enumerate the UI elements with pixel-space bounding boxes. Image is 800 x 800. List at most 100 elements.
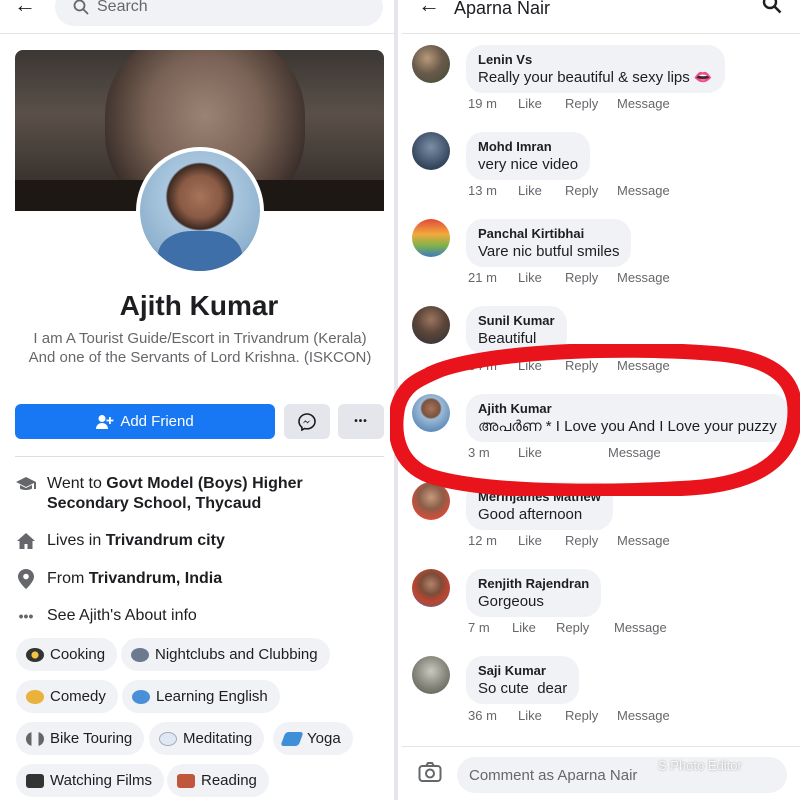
reply-button[interactable]: Reply bbox=[565, 183, 617, 198]
commenter-avatar[interactable] bbox=[412, 219, 450, 257]
comment-author[interactable]: Renjith Rajendran bbox=[478, 575, 589, 592]
interest-chip-bike-touring[interactable]: Bike Touring bbox=[16, 722, 145, 755]
comment-author[interactable]: Ajith Kumar bbox=[478, 400, 777, 417]
search-input[interactable]: Search bbox=[55, 0, 383, 26]
comment-text: Really your beautiful & sexy lips 👄 bbox=[478, 69, 713, 86]
back-arrow-icon[interactable]: ← bbox=[14, 0, 36, 18]
message-button[interactable]: Message bbox=[617, 533, 670, 548]
reply-button[interactable]: Reply bbox=[565, 533, 617, 548]
lives-place[interactable]: Trivandrum city bbox=[106, 532, 225, 549]
camera-icon[interactable] bbox=[418, 761, 442, 788]
message-button[interactable]: Message bbox=[617, 183, 670, 198]
comment-bubble[interactable]: Panchal Kirtibhai Vare nic butful smiles bbox=[466, 219, 632, 267]
frying-pan-icon bbox=[26, 647, 44, 662]
comment-actions: 12 m Like Reply Message bbox=[468, 533, 670, 548]
message-button[interactable]: Message bbox=[614, 620, 667, 635]
comment-actions: 3 m Like Message bbox=[468, 445, 661, 460]
education-prefix: Went to bbox=[47, 475, 107, 492]
interest-label: Nightclubs and Clubbing bbox=[155, 646, 318, 663]
commenter-avatar[interactable] bbox=[412, 656, 450, 694]
comment-bubble[interactable]: Saji Kumar So cute dear bbox=[466, 656, 580, 704]
reply-button[interactable]: Reply bbox=[565, 708, 617, 723]
screenshot-collage: { "profile": { "search_placeholder": "Se… bbox=[0, 0, 800, 800]
interest-chip-watching-films[interactable]: Watching Films bbox=[16, 764, 164, 797]
lives-row: Lives in Trivandrum city bbox=[15, 531, 385, 551]
from-place[interactable]: Trivandrum, India bbox=[89, 570, 222, 587]
reply-button[interactable]: Reply bbox=[565, 96, 617, 111]
message-button[interactable]: Message bbox=[617, 96, 670, 111]
commenter-avatar[interactable] bbox=[412, 132, 450, 170]
commenter-avatar[interactable] bbox=[412, 569, 450, 607]
message-button[interactable]: Message bbox=[617, 358, 670, 373]
back-arrow-icon[interactable]: ← bbox=[418, 0, 440, 18]
interest-chip-meditating[interactable]: Meditating bbox=[149, 722, 265, 755]
about-link[interactable]: See Ajith's About info bbox=[47, 606, 197, 626]
reply-button[interactable]: Reply bbox=[565, 358, 617, 373]
comment-author[interactable]: Sunil Kumar bbox=[478, 312, 555, 329]
interest-chip-cooking[interactable]: Cooking bbox=[16, 638, 118, 671]
globe-icon bbox=[132, 689, 150, 704]
profile-name: Ajith Kumar bbox=[119, 290, 279, 321]
add-friend-button[interactable]: Add Friend bbox=[15, 404, 275, 439]
comment-author[interactable]: Merinjames Mathew bbox=[478, 488, 601, 505]
comment-author[interactable]: Panchal Kirtibhai bbox=[478, 225, 619, 242]
comment-actions: 34 m Like Reply Message bbox=[468, 358, 670, 373]
comment-bubble[interactable]: Sunil Kumar Beautiful bbox=[466, 306, 567, 354]
comment-actions: 13 m Like Reply Message bbox=[468, 183, 670, 198]
interest-chip-nightclubs[interactable]: Nightclubs and Clubbing bbox=[121, 638, 330, 671]
about-row[interactable]: ••• See Ajith's About info bbox=[15, 606, 385, 626]
comment-bubble[interactable]: Merinjames Mathew Good afternoon bbox=[466, 482, 613, 530]
messenger-button[interactable] bbox=[284, 404, 330, 439]
comment-time: 21 m bbox=[468, 270, 497, 285]
like-button[interactable]: Like bbox=[518, 96, 565, 111]
message-button[interactable]: Message bbox=[608, 445, 661, 460]
interest-chip-yoga[interactable]: Yoga bbox=[273, 722, 353, 755]
interest-chip-learning-english[interactable]: Learning English bbox=[122, 680, 280, 713]
like-button[interactable]: Like bbox=[518, 445, 608, 460]
interest-label: Yoga bbox=[307, 730, 341, 747]
like-button[interactable]: Like bbox=[518, 533, 565, 548]
message-button[interactable]: Message bbox=[617, 270, 670, 285]
avatar-shirt bbox=[158, 231, 242, 271]
disco-ball-icon bbox=[131, 647, 149, 662]
home-icon bbox=[15, 531, 37, 551]
comment-author[interactable]: Mohd Imran bbox=[478, 138, 578, 155]
comments-top-bar: ← Aparna Nair bbox=[402, 0, 800, 34]
commenter-avatar[interactable] bbox=[412, 482, 450, 520]
comment-time: 3 m bbox=[468, 445, 490, 460]
from-row: From Trivandrum, India bbox=[15, 569, 385, 589]
education-row: Went to Govt Model (Boys) Higher Seconda… bbox=[15, 474, 385, 514]
comment-text: Vare nic butful smiles bbox=[478, 243, 620, 260]
reply-button[interactable]: Reply bbox=[556, 620, 614, 635]
comment-time: 13 m bbox=[468, 183, 497, 198]
commenter-avatar[interactable] bbox=[412, 306, 450, 344]
more-options-button[interactable]: ••• bbox=[338, 404, 384, 439]
like-button[interactable]: Like bbox=[512, 620, 556, 635]
comment-actions: 36 m Like Reply Message bbox=[468, 708, 670, 723]
commenter-avatar[interactable] bbox=[412, 394, 450, 432]
comment-bubble[interactable]: Mohd Imran very nice video bbox=[466, 132, 591, 180]
commenter-avatar[interactable] bbox=[412, 45, 450, 83]
comment-time: 12 m bbox=[468, 533, 497, 548]
comments-pane: ← Aparna Nair Lenin Vs Really your beaut… bbox=[402, 0, 800, 800]
comment-composer: Comment as Aparna Nair bbox=[402, 746, 800, 800]
comment-bubble[interactable]: Lenin Vs Really your beautiful & sexy li… bbox=[466, 45, 725, 93]
comment-bubble[interactable]: Ajith Kumar അപർണ * I Love you And I Love… bbox=[466, 394, 789, 442]
like-button[interactable]: Like bbox=[518, 358, 565, 373]
comment-author[interactable]: Lenin Vs bbox=[478, 51, 713, 68]
comment-author[interactable]: Saji Kumar bbox=[478, 662, 567, 679]
comment-text: So cute dear bbox=[478, 680, 568, 697]
watermark: S Photo Editor bbox=[658, 758, 742, 773]
interest-chip-comedy[interactable]: Comedy bbox=[16, 680, 118, 713]
reply-button[interactable]: Reply bbox=[565, 270, 617, 285]
graduation-cap-icon bbox=[15, 474, 37, 494]
like-button[interactable]: Like bbox=[518, 270, 565, 285]
comment-bubble[interactable]: Renjith Rajendran Gorgeous bbox=[466, 569, 602, 617]
search-icon[interactable] bbox=[762, 0, 782, 19]
interest-chip-reading[interactable]: Reading bbox=[167, 764, 269, 797]
comment-actions: 7 m Like Reply Message bbox=[468, 620, 667, 635]
profile-avatar[interactable] bbox=[136, 147, 264, 275]
like-button[interactable]: Like bbox=[518, 708, 565, 723]
like-button[interactable]: Like bbox=[518, 183, 565, 198]
message-button[interactable]: Message bbox=[617, 708, 670, 723]
